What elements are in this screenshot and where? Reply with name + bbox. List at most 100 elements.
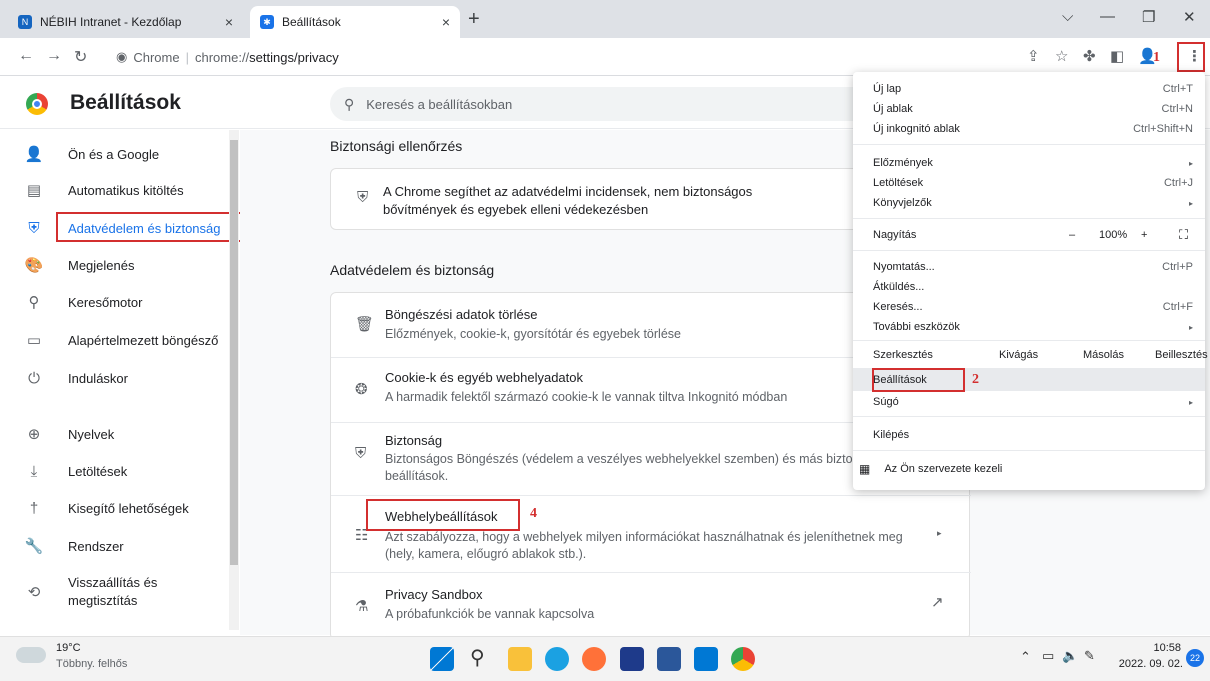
firefox-icon[interactable] (582, 647, 606, 671)
menu-item-label: Szerkesztés (873, 349, 933, 361)
notification-badge[interactable]: 22 (1186, 649, 1204, 667)
pen-icon[interactable]: ✎ (1084, 648, 1095, 664)
tray-chevron-icon[interactable]: ⌃ (1020, 649, 1031, 665)
close-window-button[interactable]: ✕ (1183, 8, 1196, 26)
reload-icon[interactable]: ↻ (74, 47, 87, 67)
sidebar-item-languages[interactable]: ⊕ Nyelvek (0, 422, 230, 446)
row-title: Cookie-k és egyéb webhelyadatok (385, 370, 584, 385)
menu-item-more-tools[interactable]: További eszközök ▸ (873, 318, 1193, 336)
word-icon[interactable] (657, 647, 681, 671)
windows-start-icon[interactable] (430, 647, 454, 671)
submenu-arrow-icon: ▸ (1188, 397, 1193, 407)
sidebar-item-system[interactable]: 🔧 Rendszer (0, 534, 230, 558)
new-tab-button[interactable]: + (468, 8, 480, 31)
sidebar-item-accessibility[interactable]: † Kisegítő lehetőségek (0, 496, 230, 520)
sidebar-item-on-startup[interactable]: ⏻ Induláskor (0, 366, 230, 390)
palette-icon: 🎨 (24, 257, 44, 274)
menu-item-cast[interactable]: Átküldés... (873, 278, 1193, 296)
forward-icon[interactable]: → (46, 47, 62, 65)
copy-button[interactable]: Másolás (1083, 349, 1124, 361)
sidebar-item-default-browser[interactable]: ▭ Alapértelmezett böngésző (0, 328, 230, 352)
safety-check-text: A Chrome segíthet az adatvédelmi inciden… (383, 184, 753, 217)
flask-icon: ⚗ (355, 598, 369, 615)
extensions-icon[interactable]: ✤ (1083, 47, 1096, 65)
sidebar-item-you-and-google[interactable]: 👤 Ön és a Google (0, 142, 230, 166)
menu-item-history[interactable]: Előzmények ▸ (873, 154, 1193, 172)
tab-settings[interactable]: ✱ Beállítások × (250, 6, 460, 38)
address-path: settings/privacy (249, 49, 339, 65)
cut-button[interactable]: Kivágás (999, 349, 1038, 361)
menu-item-exit[interactable]: Kilépés (873, 426, 1193, 444)
menu-item-label: Előzmények (873, 157, 933, 169)
paste-button[interactable]: Beillesztés (1155, 349, 1208, 361)
address-bar[interactable]: ◉ Chrome | chrome://settings/privacy (116, 45, 736, 69)
menu-item-managed[interactable]: ▦ Az Ön szervezete kezeli (859, 460, 1193, 478)
side-panel-icon[interactable]: ◧ (1110, 47, 1124, 65)
minimize-button[interactable]: — (1100, 8, 1115, 25)
sidebar-item-appearance[interactable]: 🎨 Megjelenés (0, 253, 230, 277)
privacy-sandbox-row[interactable]: ⚗ Privacy Sandbox A próbafunkciók be van… (331, 573, 971, 639)
menu-separator (853, 218, 1205, 219)
menu-item-new-tab[interactable]: Új lap Ctrl+T (873, 80, 1193, 98)
menu-shortcut: Ctrl+T (1162, 83, 1193, 95)
search-icon: ⚲ (344, 95, 355, 112)
zoom-out-button[interactable]: – (1069, 229, 1075, 241)
address-secure-label: Chrome (133, 49, 180, 65)
sidebar-scroll-thumb[interactable] (230, 140, 238, 565)
restore-button[interactable]: ❐ (1142, 8, 1155, 26)
fullscreen-icon[interactable]: ⛶ (1179, 227, 1188, 243)
volume-icon[interactable]: 🔈 (1062, 648, 1078, 664)
settings-search-input[interactable]: ⚲ Keresés a beállításokban (330, 87, 870, 121)
clock-date[interactable]: 2022. 09. 02. (1113, 658, 1183, 670)
sidebar-item-search-engine[interactable]: ⚲ Keresőmotor (0, 290, 230, 314)
row-desc-2: (hely, kamera, előugró ablakok stb.). (385, 547, 587, 561)
chrome-taskbar-icon[interactable] (731, 647, 755, 671)
sidebar-item-label: Nyelvek (68, 426, 115, 442)
nebih-favicon-icon: N (18, 15, 32, 29)
sidebar-item-downloads[interactable]: ⤓ Letöltések (0, 459, 230, 483)
sidebar-item-label: Automatikus kitöltés (68, 182, 184, 198)
open-external-icon[interactable]: ↗ (931, 593, 944, 611)
close-tab-icon[interactable]: × (442, 14, 450, 30)
zoom-in-button[interactable]: + (1141, 229, 1147, 241)
shield-icon: ⛨ (355, 445, 367, 462)
sidebar-item-reset[interactable]: ⟲ Visszaállítás és megtisztítás (0, 572, 230, 612)
wrench-icon: 🔧 (24, 538, 44, 555)
menu-item-new-window[interactable]: Új ablak Ctrl+N (873, 100, 1193, 118)
menu-item-label: Nagyítás (873, 229, 917, 241)
tab-search-icon[interactable]: ⌵ (1062, 8, 1073, 25)
file-explorer-icon[interactable] (508, 647, 532, 671)
network-icon[interactable]: ▭ (1042, 648, 1054, 664)
tab-nebih[interactable]: N NÉBIH Intranet - Kezdőlap × (8, 6, 243, 38)
menu-item-print[interactable]: Nyomtatás... Ctrl+P (873, 258, 1193, 276)
share-icon[interactable]: ⇪ (1027, 47, 1040, 65)
close-tab-icon[interactable]: × (225, 14, 233, 30)
menu-item-label: Új inkognitó ablak (873, 123, 960, 135)
sidebar-item-label: Alapértelmezett böngésző (68, 332, 219, 348)
row-desc: Azt szabályozza, hogy a webhelyek milyen… (385, 530, 903, 544)
zoom-value: 100% (1099, 229, 1128, 241)
annotation-number: 2 (972, 372, 979, 387)
app-icon[interactable] (620, 647, 644, 671)
clock-time[interactable]: 10:58 (1131, 642, 1181, 654)
menu-item-new-incognito[interactable]: Új inkognitó ablak Ctrl+Shift+N (873, 120, 1193, 138)
sidebar-item-label: Ön és a Google (68, 146, 160, 162)
sidebar-item-autofill[interactable]: ▤ Automatikus kitöltés (0, 178, 230, 202)
outlook-icon[interactable] (694, 647, 718, 671)
bookmark-star-icon[interactable]: ☆ (1055, 47, 1068, 65)
menu-shortcut: Ctrl+Shift+N (1133, 123, 1193, 135)
search-icon[interactable]: ⚲ (470, 645, 485, 670)
menu-item-bookmarks[interactable]: Könyvjelzők ▸ (873, 194, 1193, 212)
annotation-box-3 (56, 212, 249, 242)
edge-icon[interactable] (545, 647, 569, 671)
menu-kebab-icon[interactable]: ⋮ (1187, 47, 1202, 65)
menu-separator (853, 144, 1205, 145)
back-icon[interactable]: ← (18, 47, 34, 65)
menu-item-help[interactable]: Súgó ▸ (873, 393, 1193, 411)
menu-item-downloads[interactable]: Letöltések Ctrl+J (873, 174, 1193, 192)
row-title: Biztonság (385, 433, 443, 448)
row-title: Privacy Sandbox (385, 587, 483, 602)
menu-item-find[interactable]: Keresés... Ctrl+F (873, 298, 1193, 316)
sidebar-item-label: Visszaállítás és megtisztítás (68, 575, 158, 608)
row-desc: A próbafunkciók be vannak kapcsolva (385, 607, 595, 621)
